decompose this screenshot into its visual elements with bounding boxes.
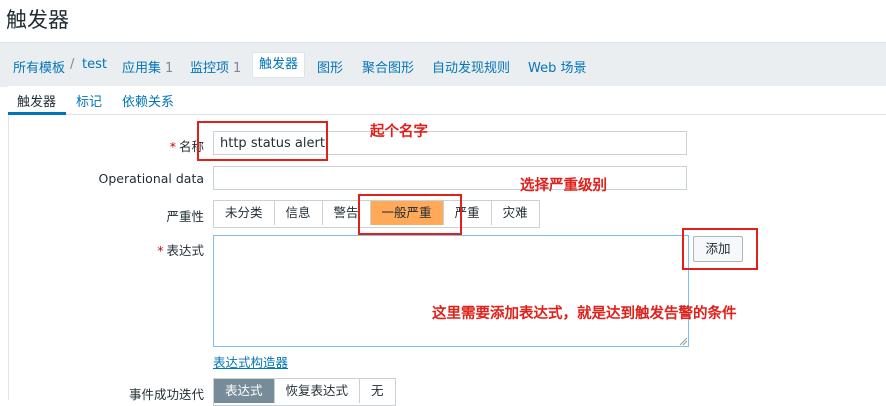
name-highlight-box [197, 121, 328, 161]
nav-applications-count: 1 [165, 61, 174, 76]
nav-applications-link[interactable]: 应用集 1 [122, 57, 173, 76]
tab-dependencies[interactable]: 依赖关系 [122, 91, 174, 110]
template-nav-bar: 所有模板 / test 应用集 1 监控项 1 触发器 图形 聚合图形 自动发现规则… [0, 42, 886, 87]
nav-items-link[interactable]: 监控项 1 [190, 57, 241, 76]
expression-label: * 表达式 [4, 240, 204, 259]
tab-tags[interactable]: 标记 [76, 91, 102, 110]
expression-label-text: 表达式 [166, 243, 204, 258]
tab-trigger[interactable]: 触发器 [17, 91, 56, 110]
required-marker: * [169, 139, 176, 154]
recovery-none-button[interactable]: 无 [360, 379, 395, 403]
severity-disaster-button[interactable]: 灾难 [492, 201, 539, 225]
expression-textarea[interactable] [213, 235, 689, 347]
nav-applications-label: 应用集 [122, 61, 162, 76]
nav-all-templates-link[interactable]: 所有模板 [13, 57, 65, 76]
nav-screens-link[interactable]: 聚合图形 [362, 57, 414, 76]
page-title: 触发器 [6, 8, 69, 32]
severity-not-classified-button[interactable]: 未分类 [214, 201, 275, 225]
nav-discovery-link[interactable]: 自动发现规则 [432, 57, 510, 76]
severity-annotation: 选择严重级别 [520, 178, 607, 194]
nav-items-count: 1 [233, 61, 242, 76]
resize-handle-icon[interactable] [679, 337, 687, 345]
opdata-input[interactable] [213, 166, 687, 190]
recovery-expression-button[interactable]: 表达式 [214, 379, 275, 403]
nav-template-link[interactable]: test [82, 57, 107, 72]
nav-separator: / [70, 57, 75, 72]
nav-items-label: 监控项 [190, 61, 230, 76]
recovery-recovery-expression-button[interactable]: 恢复表达式 [275, 379, 361, 403]
required-marker: * [157, 243, 164, 258]
name-annotation: 起个名字 [370, 124, 428, 140]
opdata-label: Operational data [98, 171, 204, 186]
expression-annotation: 这里需要添加表达式，就是达到触发告警的条件 [432, 306, 737, 322]
severity-label: 严重性 [166, 209, 204, 224]
severity-highlight-box [358, 194, 462, 235]
form-tabs: 触发器 标记 依赖关系 [8, 86, 886, 115]
recovery-mode-selector: 表达式 恢复表达式 无 [213, 378, 396, 406]
severity-information-button[interactable]: 信息 [275, 201, 323, 225]
expression-builder-link[interactable]: 表达式构造器 [213, 352, 288, 371]
nav-triggers-link[interactable]: 触发器 [252, 52, 306, 78]
add-button-highlight-box [682, 228, 758, 270]
nav-graphs-link[interactable]: 图形 [317, 57, 343, 76]
name-label: * 名称 [4, 136, 204, 155]
recovery-label: 事件成功迭代 [128, 387, 204, 402]
nav-web-link[interactable]: Web 场景 [528, 57, 586, 76]
